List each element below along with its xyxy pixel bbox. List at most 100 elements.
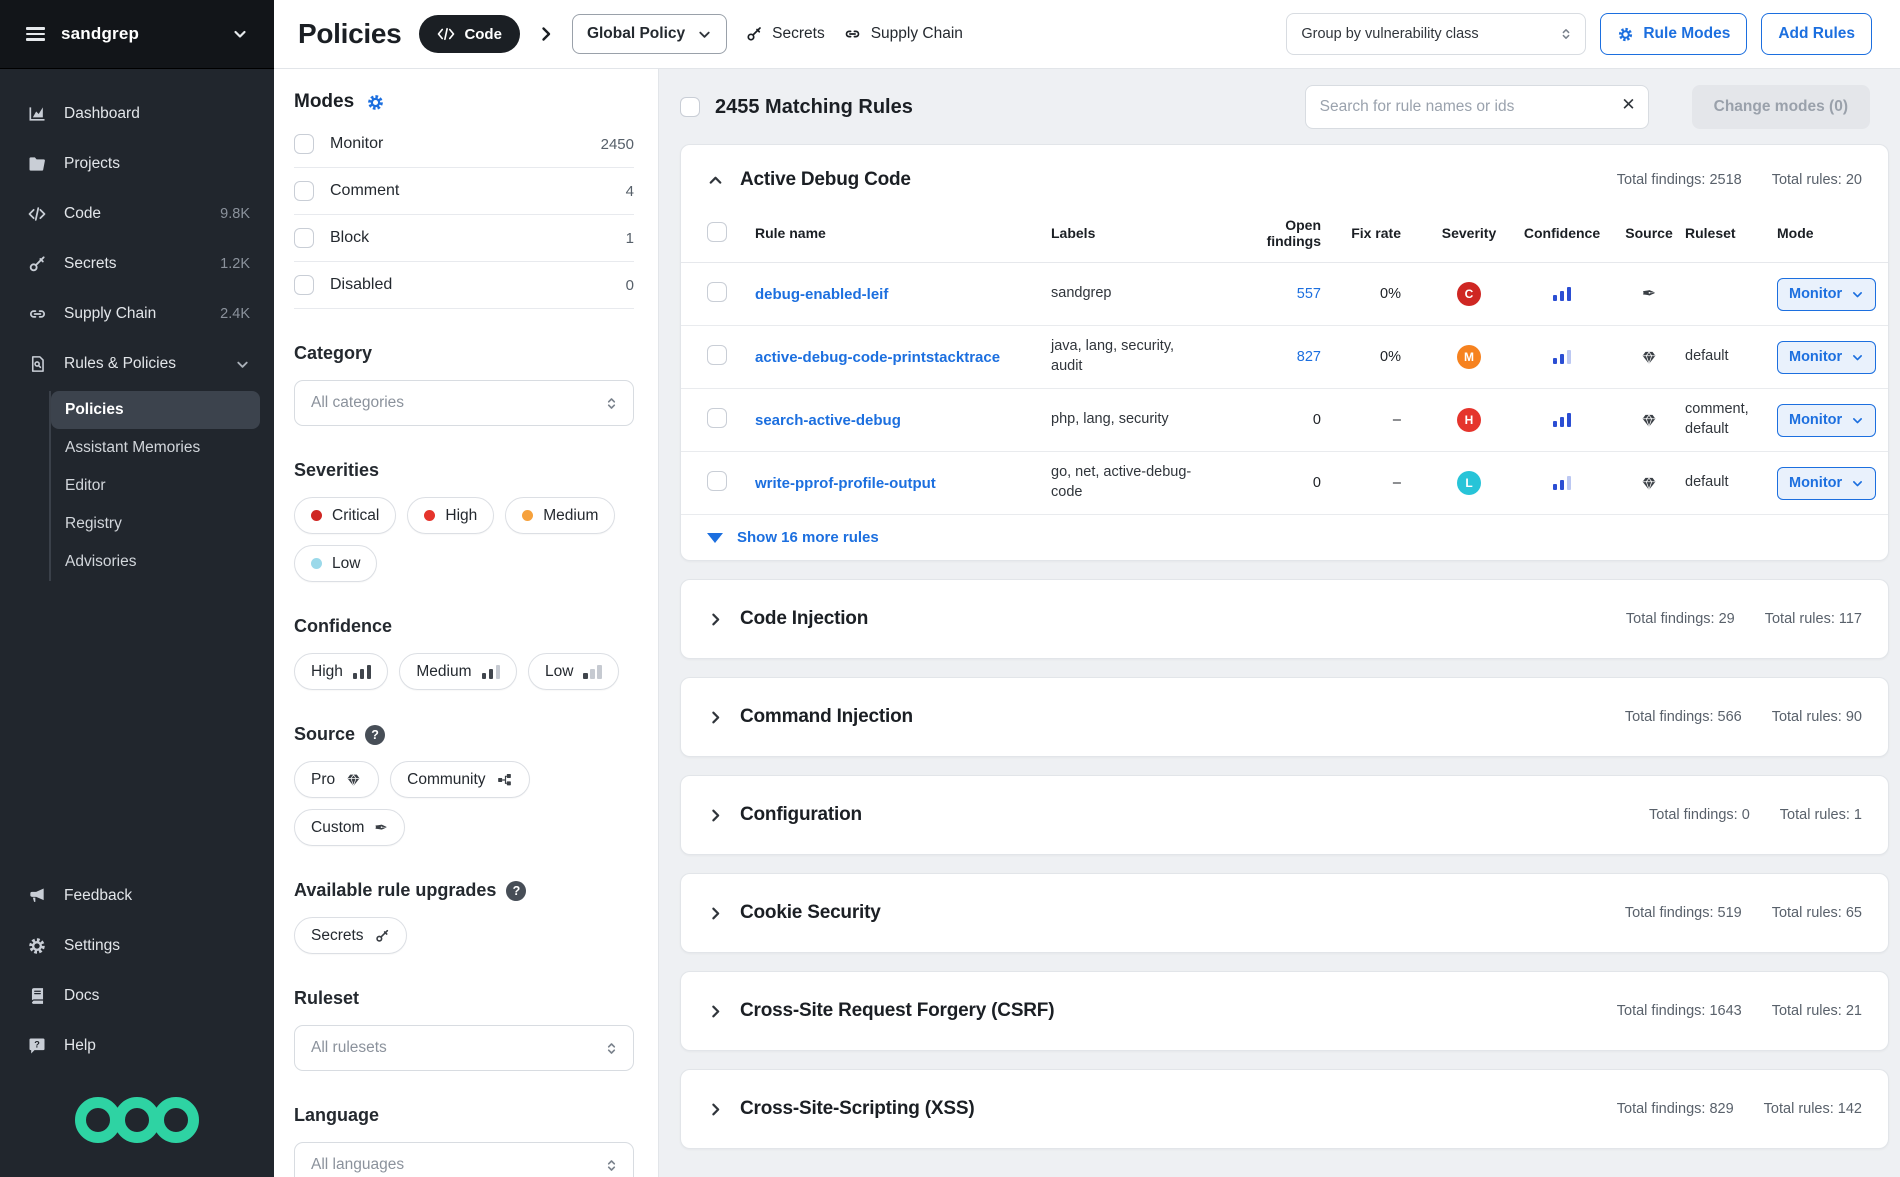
severity-chip-critical[interactable]: Critical	[294, 497, 396, 534]
group-select-checkbox[interactable]	[707, 222, 727, 242]
policy-select[interactable]: Global Policy	[572, 14, 727, 54]
sidebar-item-rules-policies[interactable]: Rules & Policies	[0, 339, 274, 389]
sidebar-item-projects[interactable]: Projects	[0, 139, 274, 189]
expand-chevron-right-icon[interactable]	[707, 1101, 724, 1118]
severity-chip-high[interactable]: High	[407, 497, 494, 534]
sidebar-item-editor[interactable]: Editor	[51, 467, 260, 505]
collapse-chevron-up-icon[interactable]	[707, 172, 724, 189]
sidebar-item-assistant-memories[interactable]: Assistant Memories	[51, 429, 260, 467]
expand-chevron-right-icon[interactable]	[707, 709, 724, 726]
source-chip-custom[interactable]: Custom ✒	[294, 809, 405, 846]
fix-rate: –	[1351, 412, 1427, 428]
rule-ruleset: default	[1685, 347, 1777, 367]
open-findings-link[interactable]: 827	[1243, 349, 1351, 365]
sidebar-item-registry[interactable]: Registry	[51, 505, 260, 543]
upgrades-help-icon[interactable]: ?	[506, 881, 526, 901]
sidebar-item-supply-chain[interactable]: Supply Chain 2.4K	[0, 289, 274, 339]
sidebar-item-policies[interactable]: Policies	[51, 391, 260, 429]
rule-name-link[interactable]: debug-enabled-leif	[755, 286, 1051, 303]
col-source: Source	[1613, 225, 1685, 241]
block-checkbox[interactable]	[294, 228, 314, 248]
org-switcher[interactable]: sandgrep	[0, 0, 274, 69]
row-checkbox[interactable]	[707, 345, 727, 365]
source-help-icon[interactable]: ?	[365, 725, 385, 745]
pen-nib-icon: ✒	[374, 820, 387, 836]
row-checkbox[interactable]	[707, 282, 727, 302]
mode-filter-comment: Comment 4	[294, 168, 634, 215]
rule-name-link[interactable]: search-active-debug	[755, 412, 1051, 429]
mode-select-button[interactable]: Monitor	[1777, 467, 1876, 500]
clear-search-icon[interactable]: ✕	[1621, 95, 1635, 115]
severity-badge-critical: C	[1457, 282, 1481, 306]
svg-text:?: ?	[34, 1040, 40, 1050]
modes-gear-icon[interactable]	[366, 93, 385, 112]
row-checkbox[interactable]	[707, 471, 727, 491]
sidebar-item-settings[interactable]: Settings	[0, 921, 274, 971]
upgrade-chip-secrets[interactable]: Secrets	[294, 917, 407, 954]
sidebar-item-docs[interactable]: Docs	[0, 971, 274, 1021]
confidence-chip-low[interactable]: Low	[528, 653, 619, 690]
fix-rate: –	[1351, 475, 1427, 491]
change-modes-button[interactable]: Change modes (0)	[1692, 85, 1870, 129]
custom-source-pen-icon: ✒	[1642, 286, 1656, 303]
category-select[interactable]: All categories	[294, 380, 634, 426]
chevron-down-icon	[1851, 414, 1864, 427]
source-chip-community[interactable]: Community	[390, 761, 529, 798]
top-bar: Policies Code Global Policy Secrets Supp…	[274, 0, 1900, 69]
rule-labels: java, lang, security, audit	[1051, 337, 1243, 376]
rule-name-link[interactable]: active-debug-code-printstacktrace	[755, 349, 1051, 366]
severity-chip-medium[interactable]: Medium	[505, 497, 615, 534]
severities-title: Severities	[294, 460, 634, 481]
col-rule-name: Rule name	[755, 225, 1051, 241]
sidebar-item-secrets[interactable]: Secrets 1.2K	[0, 239, 274, 289]
expand-chevron-right-icon[interactable]	[707, 611, 724, 628]
gear-icon	[26, 936, 48, 956]
language-select[interactable]: All languages	[294, 1142, 634, 1177]
hamburger-menu-icon[interactable]	[26, 27, 45, 41]
tab-code[interactable]: Code	[419, 15, 520, 53]
book-icon	[26, 986, 48, 1006]
confidence-chip-high[interactable]: High	[294, 653, 388, 690]
severity-chip-low[interactable]: Low	[294, 545, 377, 582]
chevron-down-icon	[1851, 288, 1864, 301]
source-chip-pro[interactable]: Pro	[294, 761, 379, 798]
medium-dot-icon	[522, 510, 533, 521]
mode-select-button[interactable]: Monitor	[1777, 341, 1876, 374]
expand-chevron-right-icon[interactable]	[707, 807, 724, 824]
select-all-checkbox[interactable]	[680, 97, 700, 117]
add-rules-button[interactable]: Add Rules	[1761, 13, 1872, 55]
sidebar-item-code[interactable]: Code 9.8K	[0, 189, 274, 239]
show-more-rules-link[interactable]: Show 16 more rules	[681, 515, 1888, 560]
open-findings-link[interactable]: 557	[1243, 286, 1351, 302]
rule-modes-button[interactable]: Rule Modes	[1600, 13, 1747, 55]
sidebar-item-help[interactable]: ? Help	[0, 1021, 274, 1071]
tab-secrets[interactable]: Secrets	[745, 25, 825, 43]
tab-supply-chain[interactable]: Supply Chain	[843, 25, 963, 43]
confidence-chip-medium[interactable]: Medium	[399, 653, 517, 690]
rule-name-link[interactable]: write-pprof-profile-output	[755, 475, 1051, 492]
sidebar-item-feedback[interactable]: Feedback	[0, 871, 274, 921]
row-checkbox[interactable]	[707, 408, 727, 428]
total-findings: Total findings: 0	[1649, 807, 1750, 823]
mode-label: Disabled	[330, 276, 392, 294]
key-icon	[745, 25, 763, 43]
group-by-select[interactable]: Group by vulnerability class	[1286, 13, 1586, 55]
sidebar-item-dashboard[interactable]: Dashboard	[0, 89, 274, 139]
total-findings: Total findings: 519	[1625, 905, 1742, 921]
expand-chevron-right-icon[interactable]	[707, 905, 724, 922]
expand-chevron-right-icon[interactable]	[707, 1003, 724, 1020]
mode-label: Comment	[330, 182, 399, 200]
comment-checkbox[interactable]	[294, 181, 314, 201]
mode-select-button[interactable]: Monitor	[1777, 404, 1876, 437]
ruleset-select[interactable]: All rulesets	[294, 1025, 634, 1071]
monitor-checkbox[interactable]	[294, 134, 314, 154]
folder-icon	[26, 154, 48, 174]
key-icon	[26, 254, 48, 274]
mode-label: Block	[330, 229, 369, 247]
ruleset-title: Ruleset	[294, 988, 634, 1009]
upgrades-title: Available rule upgrades	[294, 880, 496, 901]
mode-select-button[interactable]: Monitor	[1777, 278, 1876, 311]
rule-search-input[interactable]	[1305, 85, 1649, 129]
sidebar-item-advisories[interactable]: Advisories	[51, 543, 260, 581]
disabled-checkbox[interactable]	[294, 275, 314, 295]
